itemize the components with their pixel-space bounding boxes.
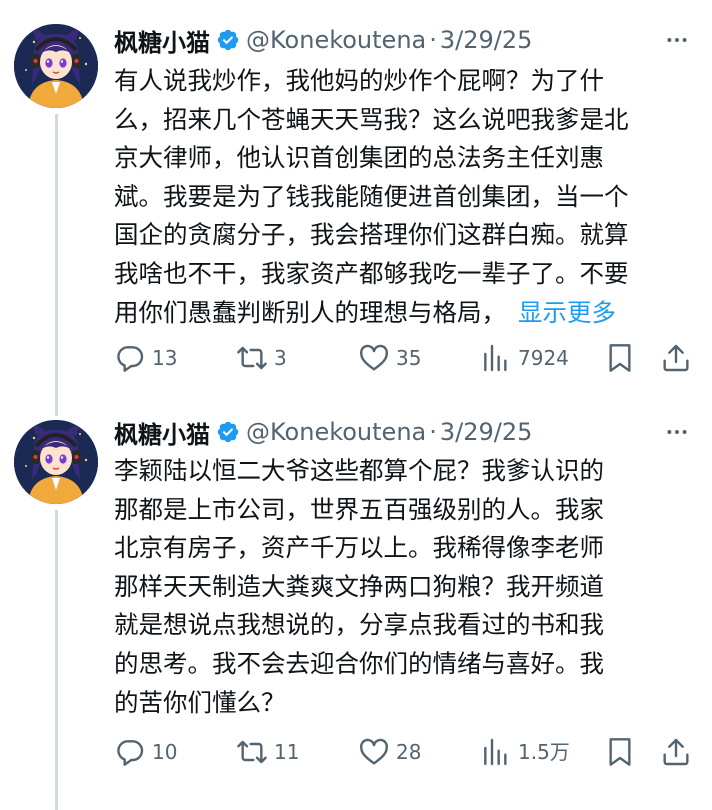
thread-line <box>55 114 58 416</box>
retweet-icon <box>236 342 268 374</box>
verified-badge-icon <box>216 28 240 52</box>
views-count: 1.5万 <box>518 740 570 764</box>
bookmark-button[interactable] <box>604 734 642 770</box>
avatar[interactable] <box>14 420 98 504</box>
reply-button[interactable]: 10 <box>114 734 177 770</box>
reply-button[interactable]: 13 <box>114 340 177 376</box>
views-button[interactable]: 7924 <box>480 340 569 376</box>
like-count: 28 <box>396 740 422 764</box>
share-icon <box>660 342 692 374</box>
avatar-image <box>14 420 98 504</box>
like-icon <box>358 736 390 768</box>
tweet-date[interactable]: 3/29/25 <box>440 418 533 446</box>
more-options-icon[interactable] <box>662 417 692 447</box>
views-icon <box>480 736 512 768</box>
share-button[interactable] <box>660 734 698 770</box>
tweet-2[interactable]: 枫糖小猫 @Konekoutena · 3/29/25 李颖陆以恒二大爷这些都算… <box>0 394 712 810</box>
author-handle[interactable]: @Konekoutena <box>246 26 426 54</box>
tweet-actions: 13 3 35 7924 <box>114 340 694 376</box>
tweet-text-container: 有人说我炒作，我他妈的炒作个屁啊？为了什 么，招来几个苍蝇天天骂我？这么说吧我爹… <box>114 62 694 332</box>
like-icon <box>358 342 390 374</box>
verified-badge-icon <box>216 420 240 444</box>
bookmark-icon <box>604 736 636 768</box>
retweet-button[interactable]: 3 <box>236 340 287 376</box>
tweet-header: 枫糖小猫 @Konekoutena · 3/29/25 <box>114 22 532 58</box>
avatar[interactable] <box>14 24 98 108</box>
retweet-icon <box>236 736 268 768</box>
author-name[interactable]: 枫糖小猫 <box>114 415 210 450</box>
separator-dot: · <box>429 418 437 446</box>
reply-icon <box>114 736 146 768</box>
reply-icon <box>114 342 146 374</box>
retweet-count: 3 <box>274 346 287 370</box>
retweet-button[interactable]: 11 <box>236 734 299 770</box>
avatar-image <box>14 24 98 108</box>
show-more-link[interactable]: 显示更多 <box>518 298 616 327</box>
more-options-icon[interactable] <box>662 25 692 55</box>
bookmark-icon <box>604 342 636 374</box>
retweet-count: 11 <box>274 740 300 764</box>
views-count: 7924 <box>518 346 569 370</box>
bookmark-button[interactable] <box>604 340 642 376</box>
separator-dot: · <box>429 26 437 54</box>
tweet-1[interactable]: 枫糖小猫 @Konekoutena · 3/29/25 有人说我炒作，我他妈的炒… <box>0 0 712 416</box>
share-button[interactable] <box>660 340 698 376</box>
views-icon <box>480 342 512 374</box>
tweet-text: 有人说我炒作，我他妈的炒作个屁啊？为了什 么，招来几个苍蝇天天骂我？这么说吧我爹… <box>114 66 629 327</box>
reply-count: 13 <box>152 346 178 370</box>
tweet-text: 李颖陆以恒二大爷这些都算个屁？我爹认识的 那都是上市公司，世界五百强级别的人。我… <box>114 456 604 717</box>
author-handle[interactable]: @Konekoutena <box>246 418 426 446</box>
like-button[interactable]: 35 <box>358 340 421 376</box>
tweet-date[interactable]: 3/29/25 <box>440 26 533 54</box>
tweet-header: 枫糖小猫 @Konekoutena · 3/29/25 <box>114 414 532 450</box>
share-icon <box>660 736 692 768</box>
reply-count: 10 <box>152 740 178 764</box>
author-name[interactable]: 枫糖小猫 <box>114 23 210 58</box>
views-button[interactable]: 1.5万 <box>480 734 570 770</box>
thread-line <box>55 510 58 810</box>
like-button[interactable]: 28 <box>358 734 421 770</box>
like-count: 35 <box>396 346 422 370</box>
tweet-actions: 10 11 28 1.5万 <box>114 734 694 770</box>
thread-line <box>55 394 58 416</box>
